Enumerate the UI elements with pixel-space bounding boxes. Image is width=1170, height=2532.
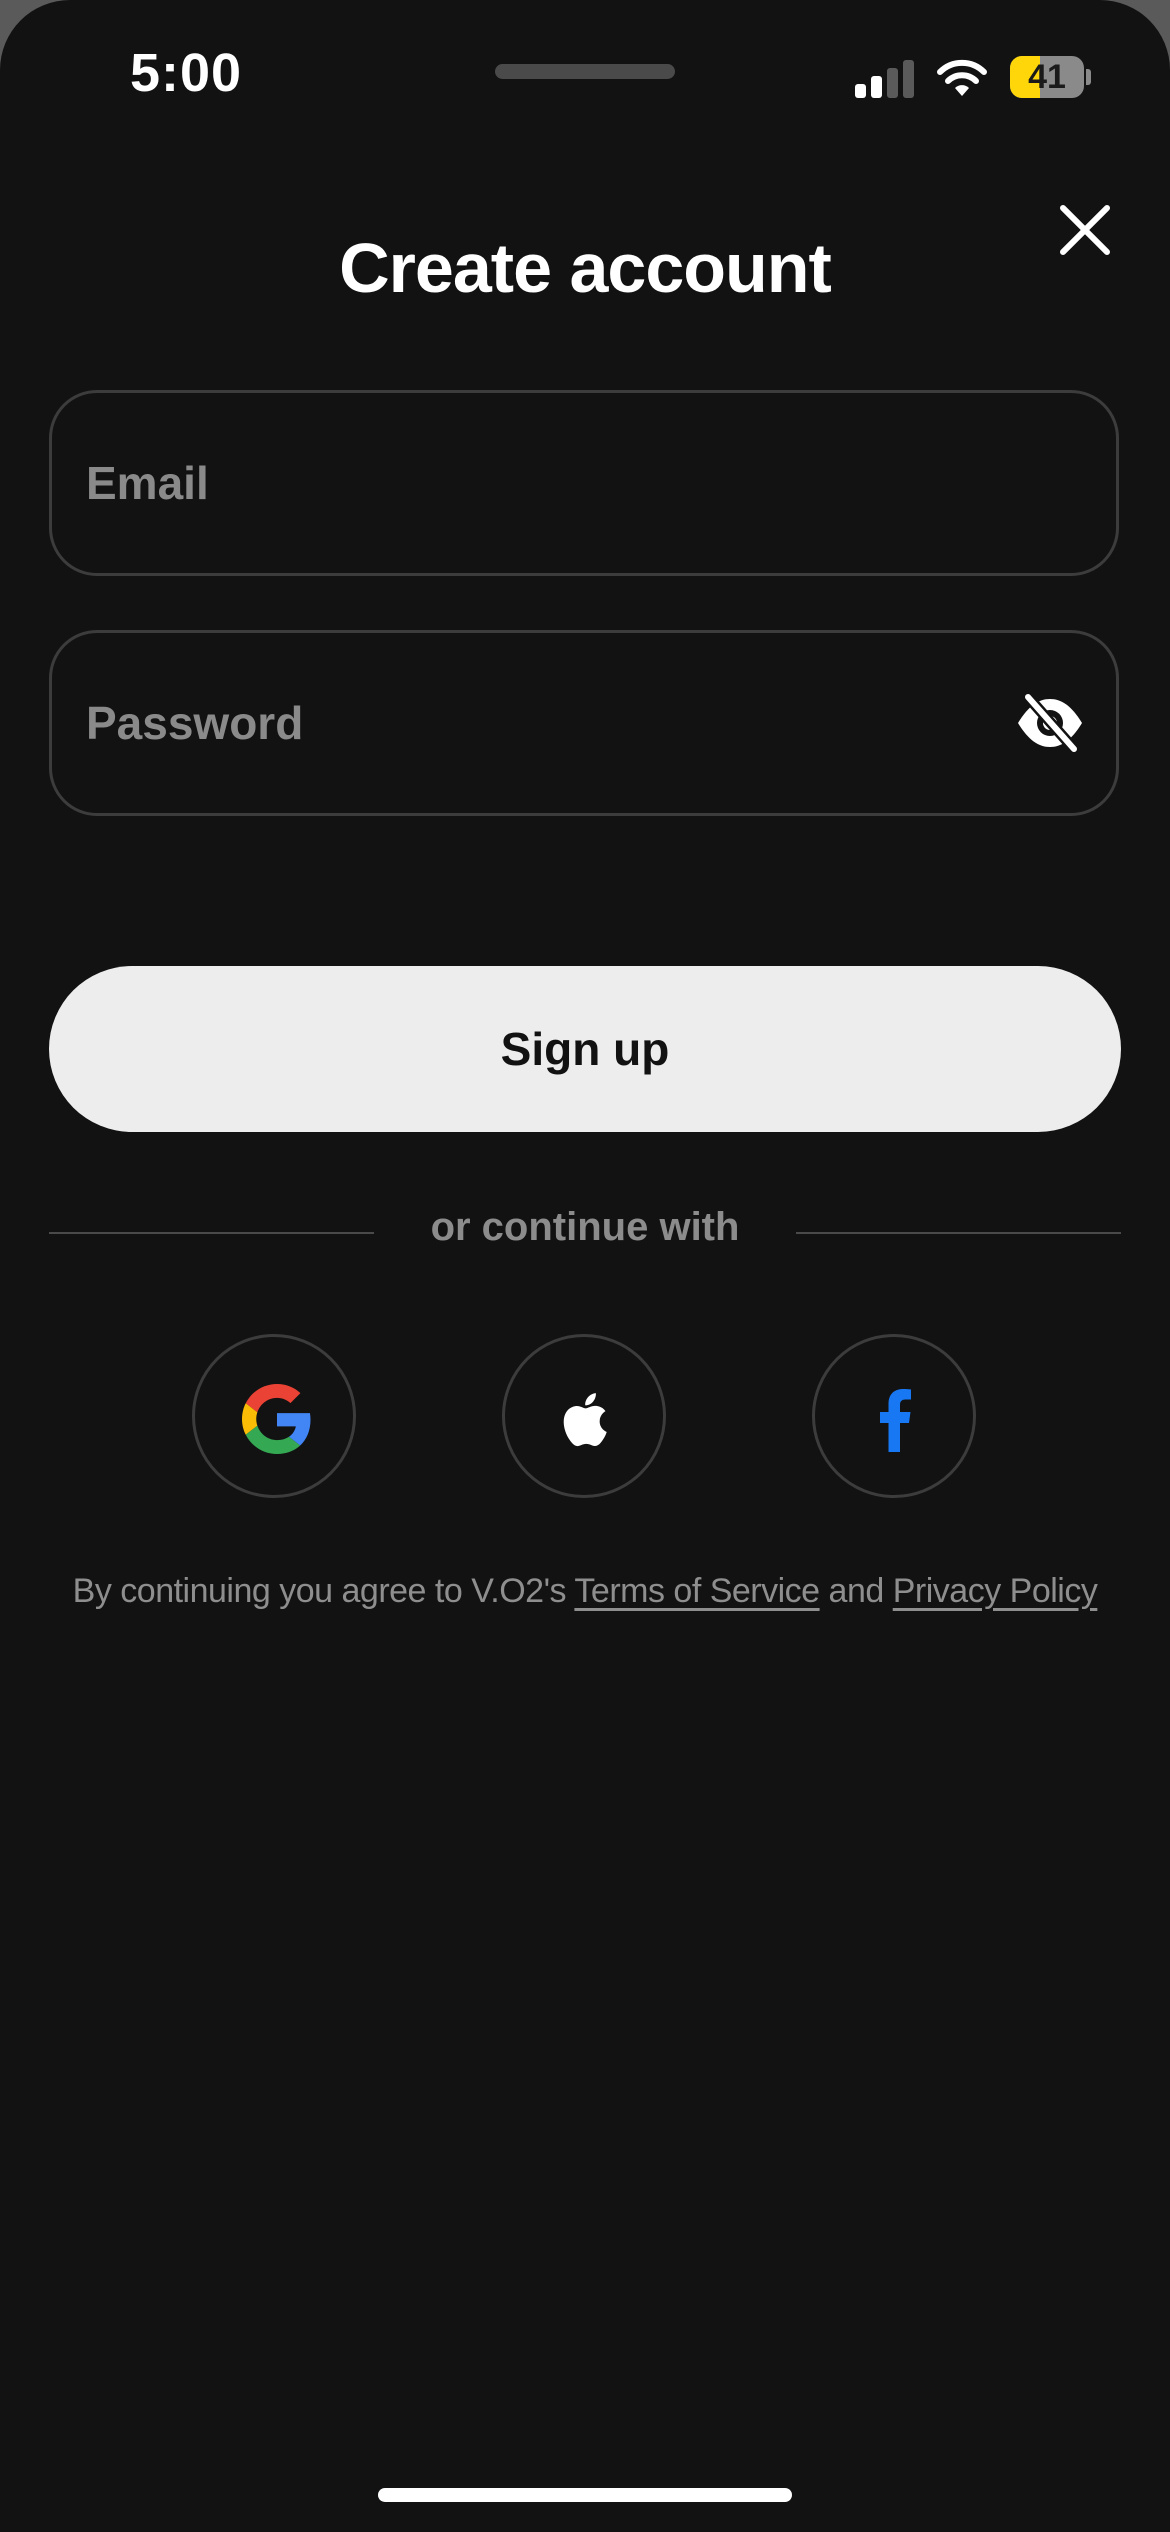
wifi-icon [937, 59, 987, 96]
email-input[interactable] [86, 393, 986, 573]
page-title: Create account [339, 229, 832, 307]
home-indicator[interactable] [378, 2488, 792, 2502]
signal-icon [855, 58, 915, 98]
password-field-container [49, 630, 1119, 816]
privacy-policy-link[interactable]: Privacy Policy [893, 1572, 1098, 1610]
create-account-sheet: 5:00 41 Create account Email Sign up or … [0, 0, 1170, 2532]
terms-of-service-link[interactable]: Terms of Service [574, 1572, 820, 1610]
google-icon [242, 1384, 311, 1454]
password-input[interactable] [86, 633, 986, 813]
sign-up-button[interactable]: Sign up [49, 966, 1121, 1132]
status-time: 5:00 [130, 43, 243, 103]
eye-off-icon [1018, 691, 1082, 755]
legal-conjunction: and [828, 1572, 885, 1610]
battery-tip [1086, 69, 1091, 85]
legal-text: By continuing you agree to V.O2's Terms … [0, 1572, 1170, 1611]
apple-icon [563, 1393, 607, 1447]
apple-sign-in-button[interactable] [502, 1334, 666, 1498]
google-sign-in-button[interactable] [192, 1334, 356, 1498]
facebook-icon [880, 1389, 911, 1452]
sheet-grabber[interactable] [495, 64, 675, 79]
divider-label: or continue with [430, 1205, 740, 1249]
legal-prefix: By continuing you agree to V.O2's [72, 1572, 567, 1610]
battery-percent: 41 [1028, 58, 1066, 96]
battery-indicator: 41 [1010, 56, 1084, 98]
toggle-password-visibility-button[interactable] [1015, 691, 1085, 755]
email-field-container [49, 390, 1119, 576]
facebook-sign-in-button[interactable] [812, 1334, 976, 1498]
divider-line-right [796, 1232, 1121, 1234]
